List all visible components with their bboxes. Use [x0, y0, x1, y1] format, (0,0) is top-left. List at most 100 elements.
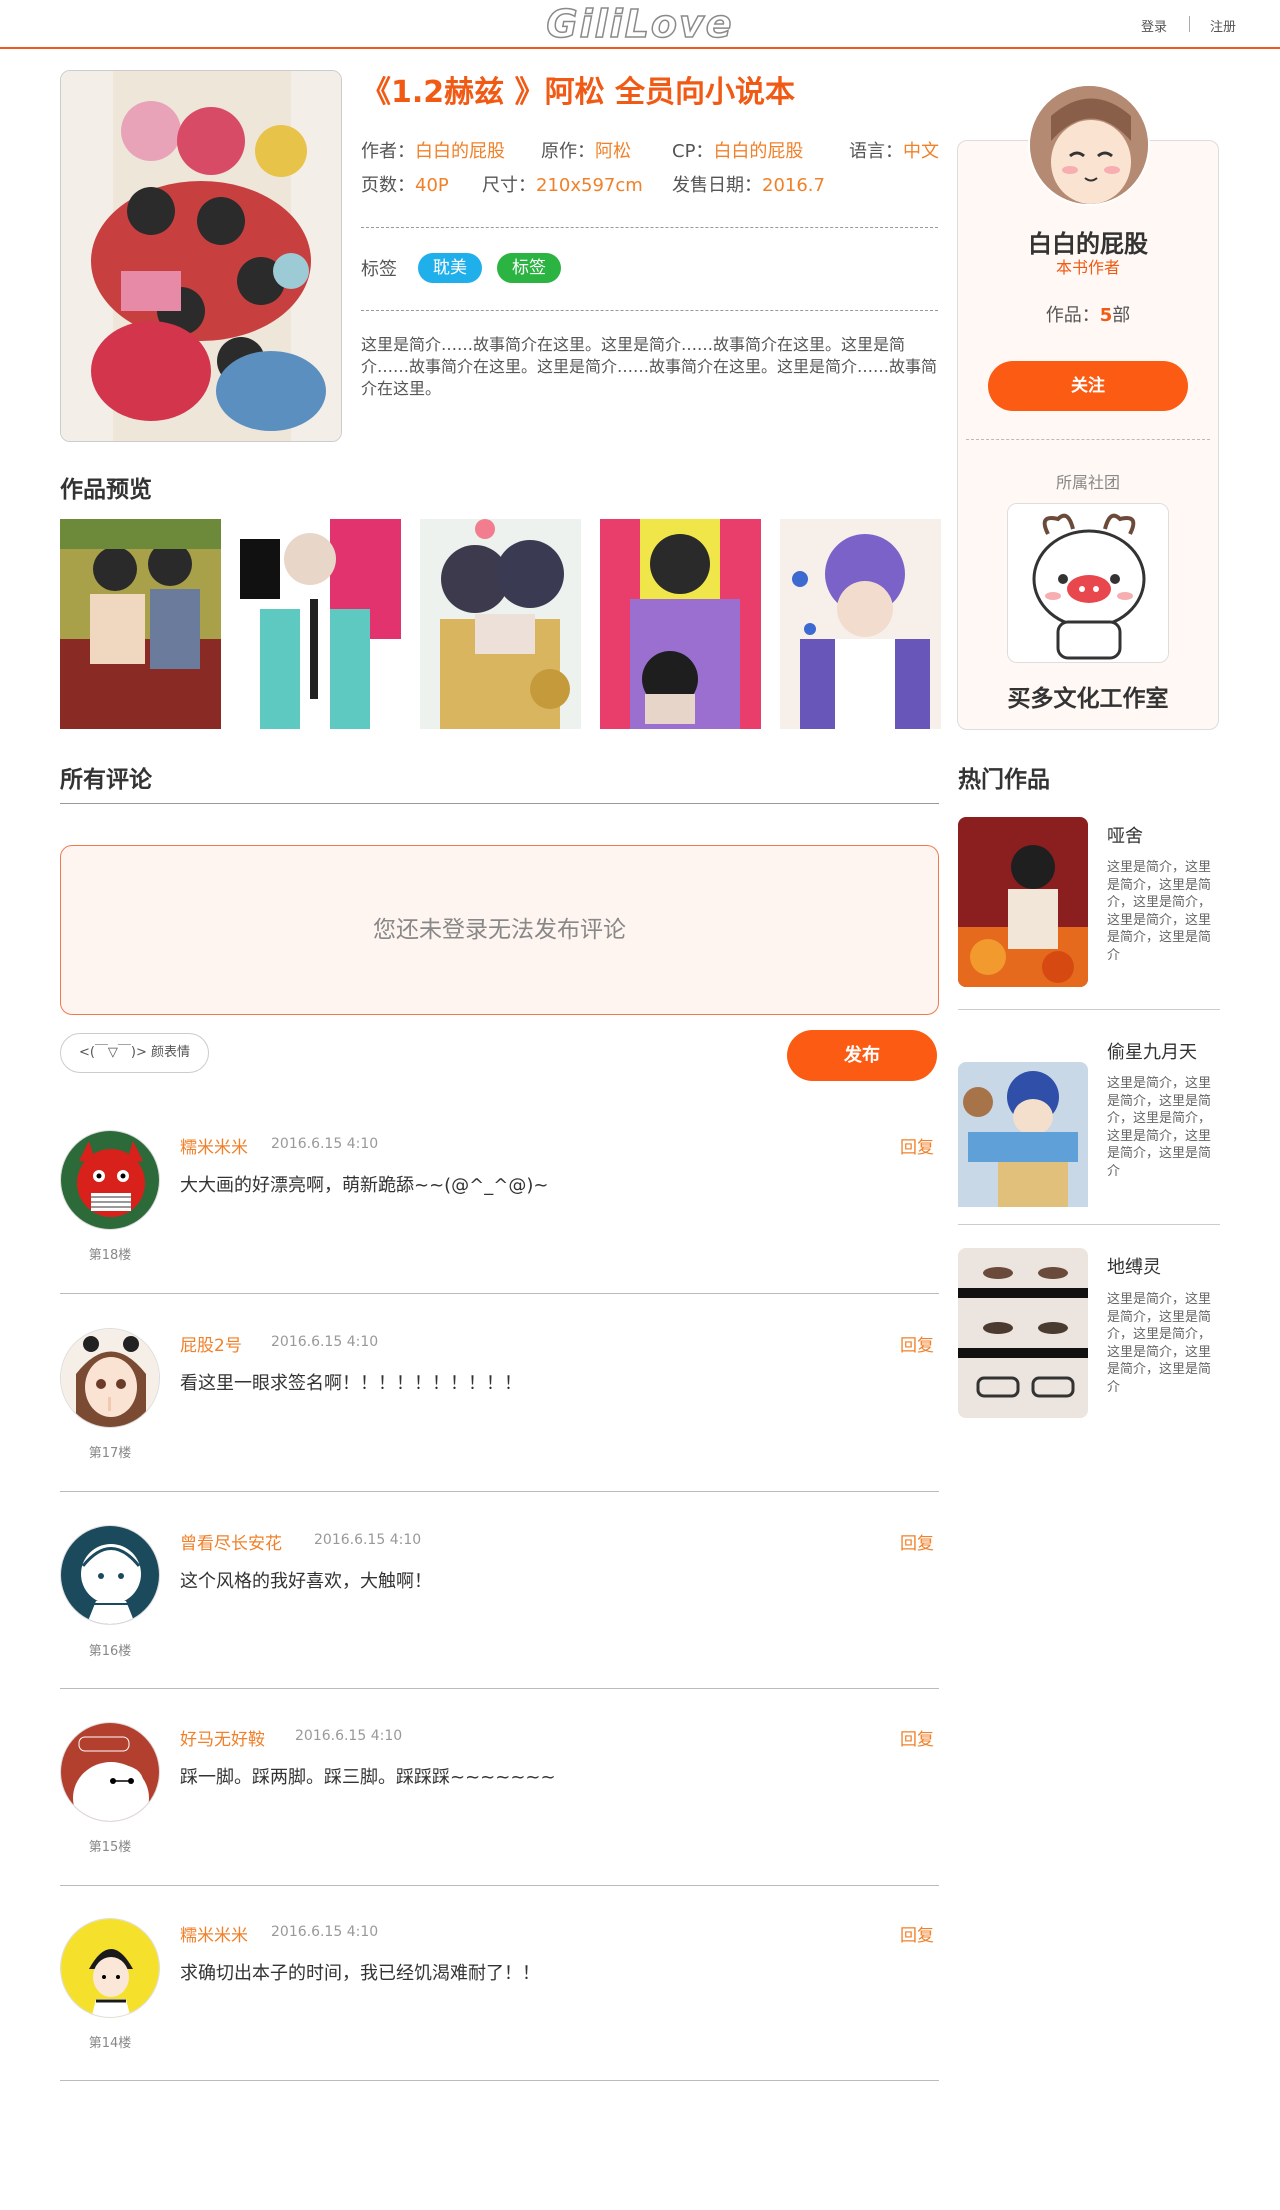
comment-divider	[60, 1885, 939, 1886]
divider-dashed	[361, 310, 938, 311]
meta-size-label: 尺寸：	[482, 175, 536, 196]
meta-size-value: 210x597cm	[536, 175, 643, 196]
comments-title: 所有评论	[60, 767, 152, 793]
book-cover-image	[60, 70, 342, 442]
meta-language: 语言：中文	[849, 140, 939, 164]
author-role: 本书作者	[1055, 258, 1120, 277]
book-title: 《1.2赫兹 》阿松 全员向小说本	[361, 75, 796, 110]
reply-link[interactable]: 回复	[900, 1725, 934, 1750]
hot-work-title[interactable]: 偷星九月天	[1107, 1038, 1197, 1064]
divider-dashed	[361, 227, 938, 228]
hot-work-description: 这里是简介，这里是简介，这里是简介，这里是简介，这里是简介，这里是简介，这里是简…	[1107, 1076, 1212, 1179]
reply-link[interactable]: 回复	[900, 1529, 934, 1554]
comment-text: 大大画的好漂亮啊，萌新跪舔~~(@^_^@)~	[180, 1175, 549, 1196]
login-link[interactable]: 登录	[1141, 16, 1167, 35]
meta-author-link[interactable]: 白白的屁股	[415, 141, 505, 162]
works-label: 作品：	[1045, 305, 1100, 326]
reply-link[interactable]: 回复	[900, 1133, 934, 1158]
top-header: GiliLove 登录 注册	[0, 0, 1280, 49]
meta-original: 原作：阿松	[541, 140, 631, 164]
comment-time: 2016.6.15 4:10	[314, 1532, 422, 1548]
follow-button[interactable]: 关注	[988, 361, 1188, 411]
meta-author-label: 作者：	[361, 141, 415, 162]
meta-pages: 页数：40P	[361, 174, 449, 198]
hot-works-title: 热门作品	[958, 767, 1050, 793]
comment-floor: 第18楼	[88, 1248, 132, 1263]
meta-language-label: 语言：	[849, 141, 903, 162]
tag-generic[interactable]: 标签	[497, 253, 561, 283]
comment-text: 这个风格的我好喜欢，大触啊！	[180, 1571, 432, 1592]
preview-image[interactable]	[240, 519, 401, 729]
hot-work-image[interactable]	[958, 817, 1088, 987]
meta-author: 作者：白白的屁股	[361, 140, 505, 164]
club-logo[interactable]	[1007, 503, 1169, 663]
comment-floor: 第15楼	[88, 1840, 132, 1855]
commenter-avatar[interactable]	[60, 1918, 160, 2018]
commenter-avatar[interactable]	[60, 1130, 160, 1230]
club-label: 所属社团	[1055, 473, 1120, 492]
reply-link[interactable]: 回复	[900, 1331, 934, 1356]
comment-time: 2016.6.15 4:10	[271, 1334, 379, 1350]
comment-divider	[60, 1293, 939, 1294]
hot-work-description: 这里是简介，这里是简介，这里是简介，这里是简介，这里是简介，这里是简介，这里是简…	[1107, 860, 1212, 963]
meta-cp-label: CP：	[672, 141, 714, 162]
hot-work-title[interactable]: 哑舍	[1107, 822, 1143, 848]
hot-work-description: 这里是简介，这里是简介，这里是简介，这里是简介，这里是简介，这里是简介，这里是简…	[1107, 1292, 1212, 1395]
author-works: 作品：5部	[957, 301, 1219, 327]
comment-divider	[60, 1491, 939, 1492]
preview-image[interactable]	[420, 519, 581, 729]
works-unit: 部	[1112, 305, 1131, 326]
author-avatar[interactable]	[1028, 84, 1150, 206]
meta-date-value: 2016.7	[762, 175, 825, 196]
meta-date-label: 发售日期：	[672, 175, 762, 196]
divider-dashed	[966, 439, 1210, 440]
meta-original-link[interactable]: 阿松	[595, 141, 631, 162]
meta-cp-link[interactable]: 白白的屁股	[713, 141, 803, 162]
commenter-avatar[interactable]	[60, 1328, 160, 1428]
commenter-name[interactable]: 糯米米米	[180, 1133, 248, 1158]
club-name[interactable]: 买多文化工作室	[957, 679, 1219, 713]
meta-size: 尺寸：210x597cm	[482, 174, 643, 198]
preview-title: 作品预览	[60, 477, 152, 503]
comments-divider	[60, 803, 939, 804]
emoticon-button[interactable]: <(￣▽￣)> 颜表情	[60, 1033, 209, 1073]
meta-date: 发售日期：2016.7	[672, 174, 825, 198]
comment-login-notice[interactable]: 您还未登录无法发布评论	[60, 845, 939, 1015]
commenter-name[interactable]: 好马无好鞍	[180, 1725, 265, 1750]
hot-divider	[958, 1224, 1220, 1225]
commenter-avatar[interactable]	[60, 1525, 160, 1625]
hot-work-image[interactable]	[958, 1248, 1088, 1418]
meta-original-label: 原作：	[541, 141, 595, 162]
comment-text: 看这里一眼求签名啊！！！！！！！！！！	[180, 1373, 522, 1394]
commenter-name[interactable]: 曾看尽长安花	[180, 1529, 282, 1554]
comment-time: 2016.6.15 4:10	[271, 1924, 379, 1940]
meta-cp: CP：白白的屁股	[672, 140, 803, 164]
comment-divider	[60, 1688, 939, 1689]
book-description: 这里是简介……故事简介在这里。这里是简介……故事简介在这里。这里是简介……故事简…	[361, 335, 938, 398]
preview-image[interactable]	[600, 519, 761, 729]
hot-work-image[interactable]	[958, 1062, 1088, 1232]
hot-divider	[958, 1009, 1220, 1010]
header-divider	[1189, 16, 1190, 32]
comment-divider	[60, 2080, 939, 2081]
site-logo[interactable]: GiliLove	[0, 1, 1280, 47]
commenter-name[interactable]: 糯米米米	[180, 1921, 248, 1946]
commenter-name[interactable]: 屁股2号	[180, 1331, 242, 1356]
comment-time: 2016.6.15 4:10	[295, 1728, 403, 1744]
comment-floor: 第17楼	[88, 1446, 132, 1461]
comment-text: 求确切出本子的时间，我已经饥渴难耐了！！	[180, 1963, 540, 1984]
comment-text: 踩一脚。踩两脚。踩三脚。踩踩踩~~~~~~~	[180, 1767, 556, 1788]
works-count: 5	[1099, 305, 1113, 326]
meta-language-value: 中文	[903, 141, 939, 162]
comment-floor: 第16楼	[88, 1644, 132, 1659]
reply-link[interactable]: 回复	[900, 1921, 934, 1946]
publish-button[interactable]: 发布	[787, 1030, 937, 1081]
hot-work-title[interactable]: 地缚灵	[1107, 1253, 1161, 1279]
meta-pages-value: 40P	[415, 175, 449, 196]
preview-image[interactable]	[60, 519, 221, 729]
tag-bl[interactable]: 耽美	[418, 253, 482, 283]
commenter-avatar[interactable]	[60, 1722, 160, 1822]
tags-label: 标签	[361, 259, 397, 280]
preview-image[interactable]	[780, 519, 941, 729]
register-link[interactable]: 注册	[1210, 16, 1236, 35]
